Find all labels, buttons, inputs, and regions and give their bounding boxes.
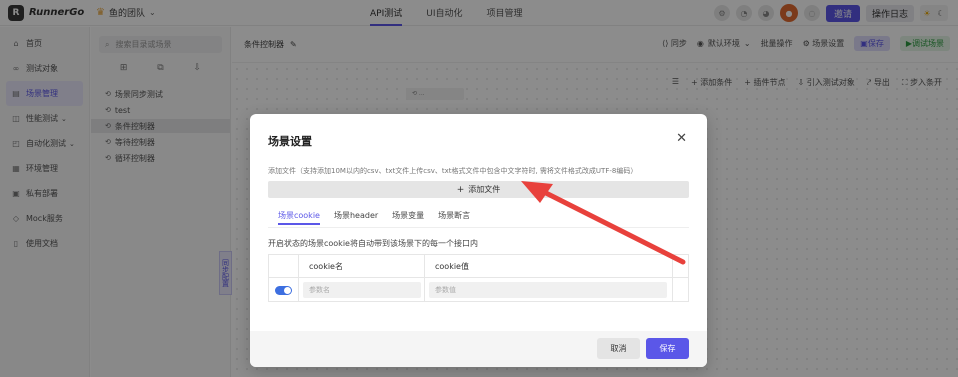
save-button[interactable]: 保存 [646,338,689,359]
tab-scene-assertions[interactable]: 场景断言 [438,210,470,225]
tabs-divider [268,227,689,228]
cookie-description: 开启状态的场景cookie将自动带到该场景下的每一个接口内 [268,239,478,248]
header-cookie-name: cookie名 [299,255,425,277]
cookie-table: cookie名 cookie值 [268,254,689,302]
plus-icon: + [456,184,465,195]
tab-scene-header[interactable]: 场景header [334,210,378,225]
settings-tabs: 场景cookie 场景header 场景变量 场景断言 [278,210,470,225]
name-cell [299,278,425,302]
value-cell [425,278,673,302]
upload-hint: 添加文件（支持添加10M以内的csv、txt文件上传csv、txt格式文件中包含… [268,167,638,175]
enable-toggle[interactable] [275,285,292,295]
header-cell-toggle [269,255,299,277]
cookie-value-input[interactable] [429,282,667,298]
header-cookie-value: cookie值 [425,255,673,277]
table-header: cookie名 cookie值 [269,255,688,278]
add-file-label: 添加文件 [468,185,501,194]
modal-title: 场景设置 [268,135,312,148]
cancel-button[interactable]: 取消 [597,338,640,359]
row-toggle-cell [269,278,299,302]
scene-settings-modal: 场景设置 ✕ 添加文件（支持添加10M以内的csv、txt文件上传csv、txt… [250,114,707,367]
header-cell-actions [673,255,688,277]
table-row [269,278,688,302]
actions-cell [673,278,688,302]
tab-scene-variables[interactable]: 场景变量 [392,210,424,225]
tab-scene-cookie[interactable]: 场景cookie [278,210,320,225]
add-file-button[interactable]: + 添加文件 [268,181,689,198]
close-icon[interactable]: ✕ [676,131,687,146]
cookie-name-input[interactable] [303,282,421,298]
